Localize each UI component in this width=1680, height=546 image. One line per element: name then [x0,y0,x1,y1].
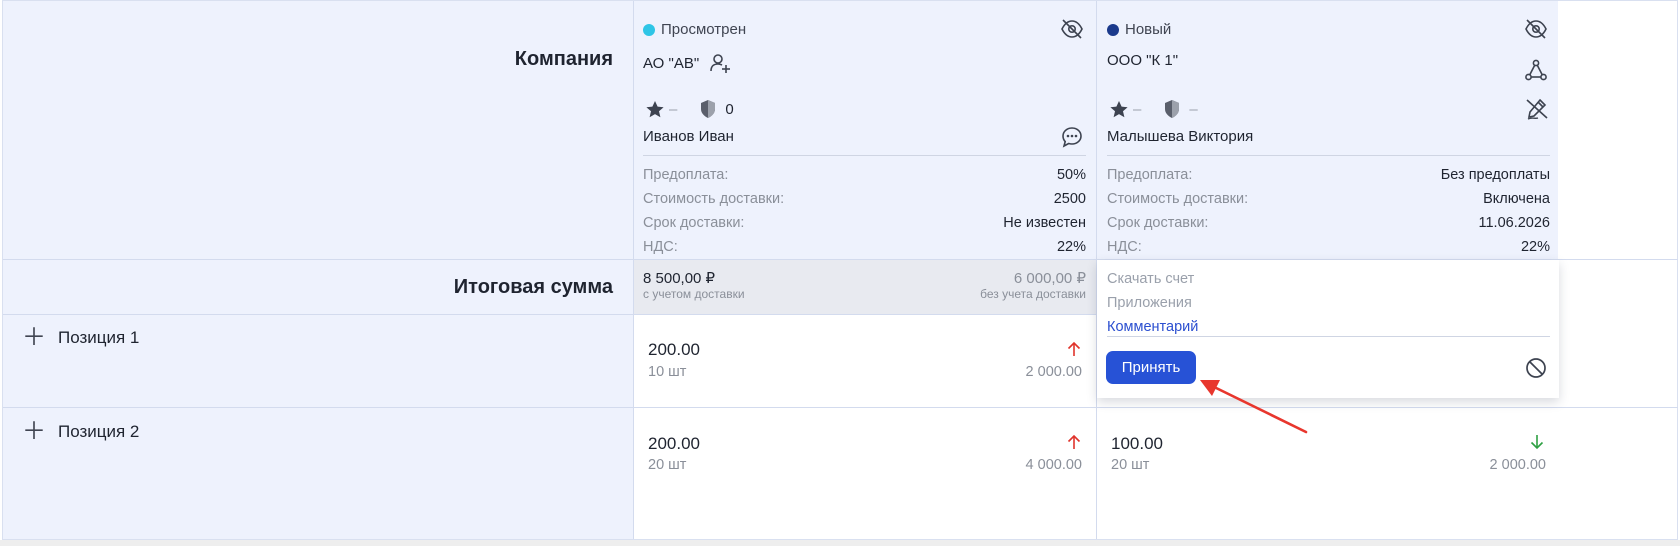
shield-value: 0 [725,100,734,118]
hide-eye-icon[interactable] [1060,18,1084,40]
detail-row: Предоплата: Без предоплаты [1107,167,1550,183]
total-with-delivery: 8 500,00 ₽ с учетом доставки [643,269,745,301]
position-1-toggle[interactable]: ＋ Позиция 1 [22,326,139,350]
shield-metric: – [1163,99,1198,119]
company-row-label: Компания [514,48,613,70]
plus-icon: ＋ [22,324,46,351]
divider [1107,155,1550,156]
status-label: Просмотрен [661,21,747,38]
offer-2-details: Предоплата: Без предоплаты Стоимость дост… [1107,163,1550,259]
reject-icon[interactable] [1525,357,1547,379]
position-price: 100.00 [1111,434,1163,453]
position-price: 200.00 [648,434,700,453]
offer-1-status: Просмотрен [643,21,746,38]
company-row-label-cell [3,1,633,259]
shield-icon [701,100,716,118]
total-without-delivery: 6 000,00 ₽ без учета доставки [900,269,1086,301]
rating-value: – [669,100,678,118]
hide-eye-icon[interactable] [1524,18,1548,40]
position-total: 4 000.00 [1025,457,1082,473]
chat-icon[interactable] [1061,126,1083,148]
row-divider [3,407,1678,408]
total-row-label: Итоговая сумма [453,276,613,298]
detail-row: Срок доставки: Не известен [643,215,1086,231]
rating-value: – [1133,100,1142,118]
detail-row: Стоимость доставки: 2500 [643,191,1086,207]
detail-row: НДС: 22% [643,239,1086,255]
arrow-down-icon [1530,435,1544,450]
position-total: 2 000.00 [1025,364,1082,380]
position-quantity: 20 шт [648,457,687,473]
status-dot [643,23,655,36]
offer-2-company: ООО "К 1" [1107,52,1179,69]
offer-1-details: Предоплата: 50% Стоимость доставки: 2500 С… [643,163,1086,259]
divider [643,155,1086,156]
position-quantity: 10 шт [648,364,687,380]
position-price: 200.00 [648,340,700,359]
star-icon [1110,100,1128,117]
company-name: АО "АВ" [643,54,700,72]
shield-icon [1165,100,1180,118]
offer-1-company: АО "АВ" [643,52,731,74]
status-label: Новый [1125,21,1172,38]
network-nodes-icon[interactable] [1525,59,1547,81]
detail-row: Стоимость доставки: Включена [1107,191,1550,207]
add-user-icon[interactable] [709,52,731,74]
offer-2-action-links: Скачать счет Приложения Комментарий [1107,267,1198,339]
offer-2-contact-person: Малышева Виктория [1107,128,1254,145]
position-quantity: 20 шт [1111,457,1150,473]
position-label: Позиция 1 [58,328,140,347]
download-invoice-link[interactable]: Скачать счет [1107,267,1198,291]
shield-value: – [1189,100,1198,118]
rating-metric: – [645,100,677,119]
total-without-delivery-note: без учета доставки [980,287,1086,301]
row-divider [3,314,1096,315]
plus-icon: ＋ [22,418,46,445]
detail-row: НДС: 22% [1107,239,1550,255]
offer-1-contact-person: Иванов Иван [643,128,734,145]
star-icon [646,100,664,117]
detail-row: Срок доставки: 11.06.2026 [1107,215,1550,231]
position-label: Позиция 2 [58,422,140,441]
attachments-link[interactable]: Приложения [1107,291,1198,315]
total-with-delivery-value: 8 500,00 ₽ [643,270,716,287]
arrow-up-icon [1067,434,1081,449]
offer-1-metrics: – 0 [645,99,734,119]
bottom-scroll-strip [0,540,1680,546]
signature-pen-off-icon[interactable] [1525,97,1549,121]
offer-2-status: Новый [1107,21,1171,38]
accept-button[interactable]: Принять [1106,351,1196,384]
rating-metric: – [1109,100,1141,119]
annotation-arrow [1200,380,1308,434]
shield-metric: 0 [699,99,734,119]
detail-row: Предоплата: 50% [643,167,1086,183]
position-total: 2 000.00 [1489,457,1546,473]
total-with-delivery-note: с учетом доставки [643,287,745,301]
arrow-up-icon [1067,341,1081,356]
position-2-toggle[interactable]: ＋ Позиция 2 [22,420,139,444]
total-without-delivery-value: 6 000,00 ₽ [1013,270,1086,287]
offer-2-metrics: – – [1109,99,1198,119]
divider [1107,336,1550,337]
status-dot [1107,23,1119,36]
